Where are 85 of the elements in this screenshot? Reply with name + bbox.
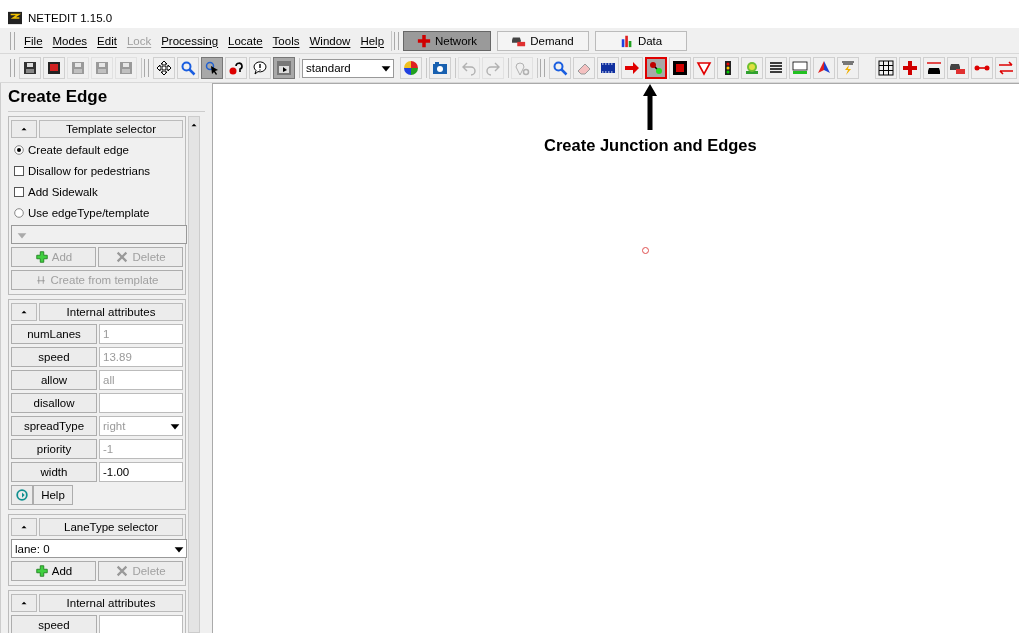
radio-icon [14, 145, 24, 155]
section-title: LaneType selector [39, 518, 183, 536]
lines-icon [768, 60, 784, 76]
supermode-tab[interactable]: Data [595, 30, 688, 51]
floppy-icon [94, 60, 110, 76]
radio-icon [14, 208, 24, 218]
cross-icon [416, 33, 431, 48]
section-title: Internal attributes [39, 303, 183, 321]
plus-icon [34, 564, 49, 578]
help-icon [15, 488, 29, 502]
grid-icon [878, 60, 894, 76]
toolbar-grip[interactable] [10, 59, 15, 77]
add-button[interactable]: Add [11, 561, 96, 581]
attribute-field[interactable] [99, 393, 183, 413]
toolbar-grip[interactable] [394, 31, 400, 50]
attribute-button[interactable]: width [11, 462, 97, 482]
menu-item[interactable]: Processing [156, 34, 224, 47]
junction-icon [672, 60, 688, 76]
magnifier-icon [180, 60, 196, 76]
pin-gear-icon [514, 60, 530, 76]
undo-icon [461, 60, 477, 76]
pointer-arrow [642, 84, 658, 130]
checkbox-icon [14, 187, 24, 197]
attribute-button[interactable]: speed [11, 615, 97, 633]
app-logo-icon [8, 11, 22, 25]
arrow-icon [624, 60, 640, 76]
speech-icon [252, 60, 268, 76]
taz-icon [792, 60, 808, 76]
menu-item[interactable]: Help [355, 34, 390, 47]
move-icon [156, 60, 172, 76]
cross-icon [902, 60, 918, 76]
menu-item[interactable]: Edit [92, 34, 122, 47]
stop-icon [744, 60, 760, 76]
template-icon [35, 274, 48, 286]
toolbar-grip[interactable] [540, 59, 545, 77]
lightning-icon [840, 60, 856, 76]
toolbar-grip[interactable] [10, 31, 15, 50]
menu-item[interactable]: Locate [223, 34, 268, 47]
car-arrows-icon [926, 60, 942, 76]
radio-option[interactable]: Create default edge [11, 141, 183, 159]
floppy-icon [118, 60, 134, 76]
section-title: Internal attributes [39, 594, 183, 612]
help-button[interactable]: Help [33, 485, 73, 505]
magnifier-icon [552, 60, 568, 76]
annotation-label: Create Junction and Edges [544, 136, 757, 155]
plus-icon [34, 250, 49, 264]
attribute-field[interactable]: -1.00 [99, 462, 183, 482]
supermode-tab[interactable]: Demand [497, 30, 590, 51]
radio-option[interactable]: Use edgeType/template [11, 204, 183, 222]
camera-icon [432, 60, 448, 76]
toolbar-button[interactable] [201, 57, 223, 79]
scrollbar[interactable] [188, 116, 200, 633]
pointer-icon [204, 60, 220, 76]
menu-item[interactable]: Modes [47, 34, 93, 47]
x-icon [115, 250, 130, 264]
bars-icon [619, 33, 634, 48]
menu-icon [276, 60, 292, 76]
floppy-icon [22, 60, 38, 76]
section-title: Template selector [39, 120, 183, 138]
floppy-icon [70, 60, 86, 76]
triangle-icon [696, 60, 712, 76]
menu-item[interactable]: Window [304, 34, 356, 47]
question-icon [228, 60, 244, 76]
x-icon [115, 564, 130, 578]
swap-icon [998, 60, 1014, 76]
menu-item[interactable]: File [19, 34, 48, 47]
panel-title: Create Edge [8, 87, 205, 112]
redo-icon [485, 60, 501, 76]
checkbox-icon [14, 166, 24, 176]
help-icon-button[interactable] [11, 485, 33, 505]
window-title: NETEDIT 1.15.0 [28, 12, 113, 24]
node-link-icon [648, 60, 664, 76]
toolbar-grip[interactable] [144, 59, 149, 77]
color-wheel-icon [403, 60, 419, 76]
scheme-dropdown[interactable]: standard [302, 58, 394, 78]
checkbox-option[interactable]: Add Sidewalk [11, 183, 183, 201]
supermode-tab[interactable]: Network [403, 30, 492, 51]
checkbox-option[interactable]: Disallow for pedestrians [11, 162, 183, 180]
dropdown-field[interactable]: lane: 0 [11, 539, 187, 558]
film-icon [600, 60, 616, 76]
attribute-field[interactable] [99, 615, 183, 633]
polygon-icon [816, 60, 832, 76]
menu-item[interactable]: Tools [267, 34, 305, 47]
attribute-button[interactable]: disallow [11, 393, 97, 413]
record-floppy-icon [46, 60, 62, 76]
